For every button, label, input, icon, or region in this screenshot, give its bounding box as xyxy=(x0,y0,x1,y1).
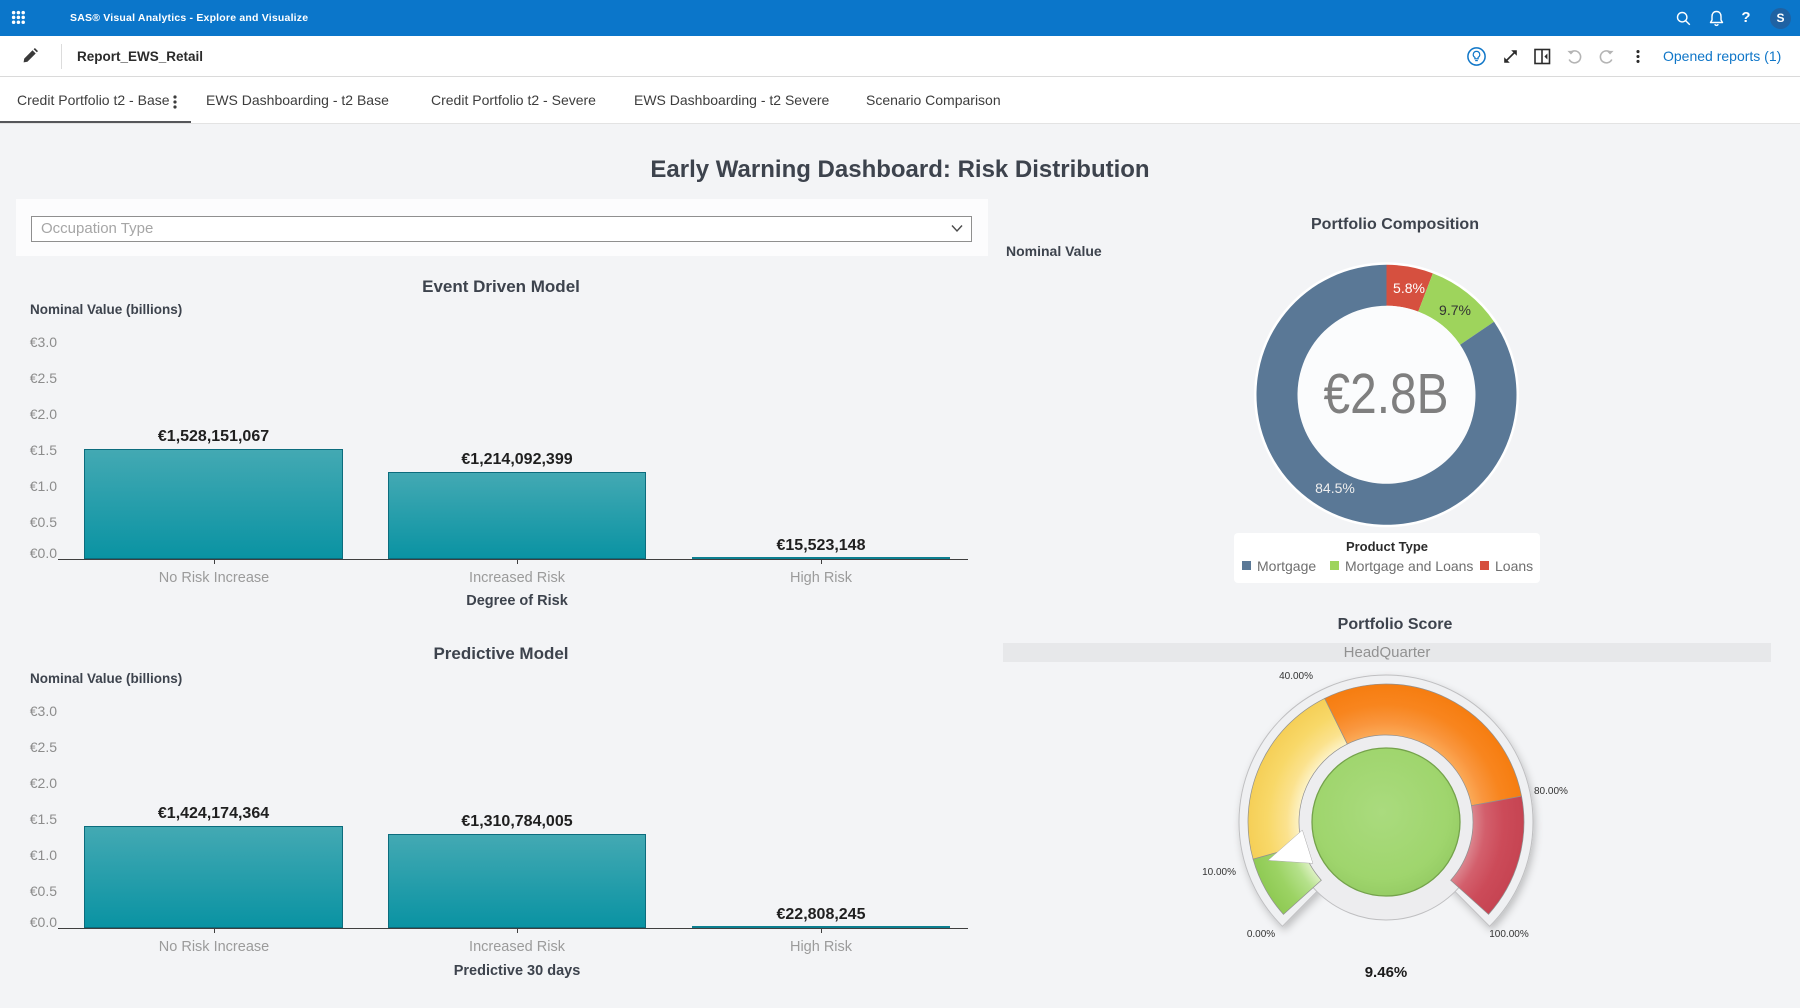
svg-text:€2.8B: €2.8B xyxy=(1324,362,1449,426)
